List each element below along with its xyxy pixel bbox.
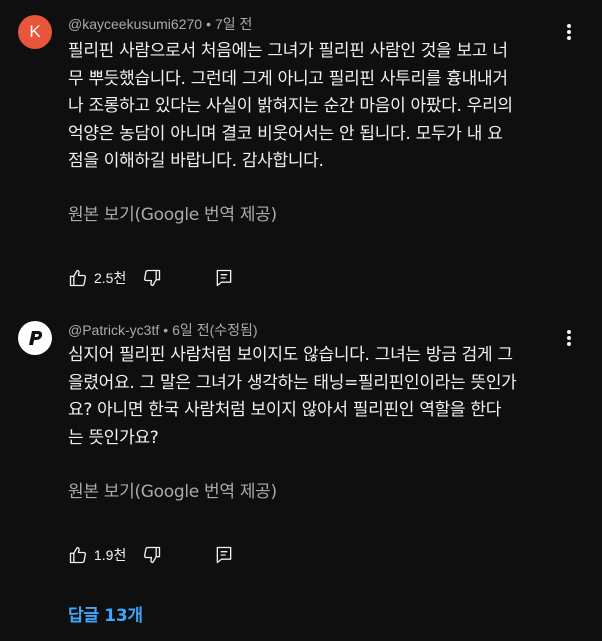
comment-line: 억양은 농담이 아니며 결코 비웃어서는 안 됩니다. 모두가 내 요 (68, 123, 503, 144)
comment-text: 필리핀 사람으로서 처음에는 그녀가 필리핀 사람인 것을 보고 너 무 뿌듯했… (68, 38, 564, 176)
thumbs-up-icon[interactable] (68, 545, 88, 565)
meta-separator: • (206, 16, 211, 32)
comment-line: 는 뜻인가요? (68, 427, 159, 448)
comment-time[interactable]: 7일 전 (215, 16, 252, 32)
comment-line: 무 뿌듯했습니다. 그런데 그게 아니고 필리핀 사투리를 흉내내거 (68, 68, 508, 89)
comment-line: 필리핀 사람으로서 처음에는 그녀가 필리핀 사람인 것을 보고 너 (68, 41, 508, 61)
meta-separator: • (163, 322, 169, 338)
reply-icon[interactable] (214, 545, 234, 565)
comment-text: 심지어 필리핀 사람처럼 보이지도 않습니다. 그녀는 방금 검게 그 을렸어요… (68, 342, 564, 452)
comment-line: 을렸어요. 그 말은 그녀가 생각하는 태닝=필리핀인이라는 뜻인가 (68, 372, 517, 393)
comment-line: 요? 아니면 한국 사람처럼 보이지 않아서 필리핀인 역할을 한다 (68, 400, 502, 420)
comment-author[interactable]: @kayceekusumi6270 (68, 16, 202, 32)
comment-author[interactable]: @Patrick-yc3tf (68, 322, 159, 338)
avatar[interactable]: K (18, 15, 52, 49)
comment-time[interactable]: 6일 전(수정됨) (172, 322, 257, 338)
thumbs-down-icon[interactable] (142, 268, 162, 288)
comment-actions: 1.9천 (68, 545, 234, 565)
like-count: 2.5천 (94, 270, 127, 286)
comment-meta: @kayceekusumi6270 • 7일 전 (68, 14, 252, 34)
see-original-link[interactable]: 원본 보기(Google 번역 제공) (68, 477, 277, 502)
comment-actions: 2.5천 (68, 268, 234, 288)
comment-line: 나 조롱하고 있다는 사실이 밝혀지는 순간 마음이 아팠다. 우리의 (68, 96, 513, 116)
view-replies-button[interactable]: 답글 13개 (68, 601, 143, 626)
see-original-link[interactable]: 원본 보기(Google 번역 제공) (68, 200, 277, 225)
thumbs-up-icon[interactable] (68, 268, 88, 288)
reply-icon[interactable] (214, 268, 234, 288)
channel-logo-icon (29, 331, 43, 345)
like-count: 1.9천 (94, 547, 127, 563)
avatar[interactable] (18, 321, 52, 355)
thumbs-down-icon[interactable] (142, 545, 162, 565)
comment-line: 심지어 필리핀 사람처럼 보이지도 않습니다. 그녀는 방금 검게 그 (68, 345, 513, 365)
comment-meta: @Patrick-yc3tf • 6일 전(수정됨) (68, 320, 258, 340)
avatar-letter: K (29, 22, 41, 41)
comment-line: 점을 이해하길 바랍니다. 감사합니다. (68, 151, 324, 171)
